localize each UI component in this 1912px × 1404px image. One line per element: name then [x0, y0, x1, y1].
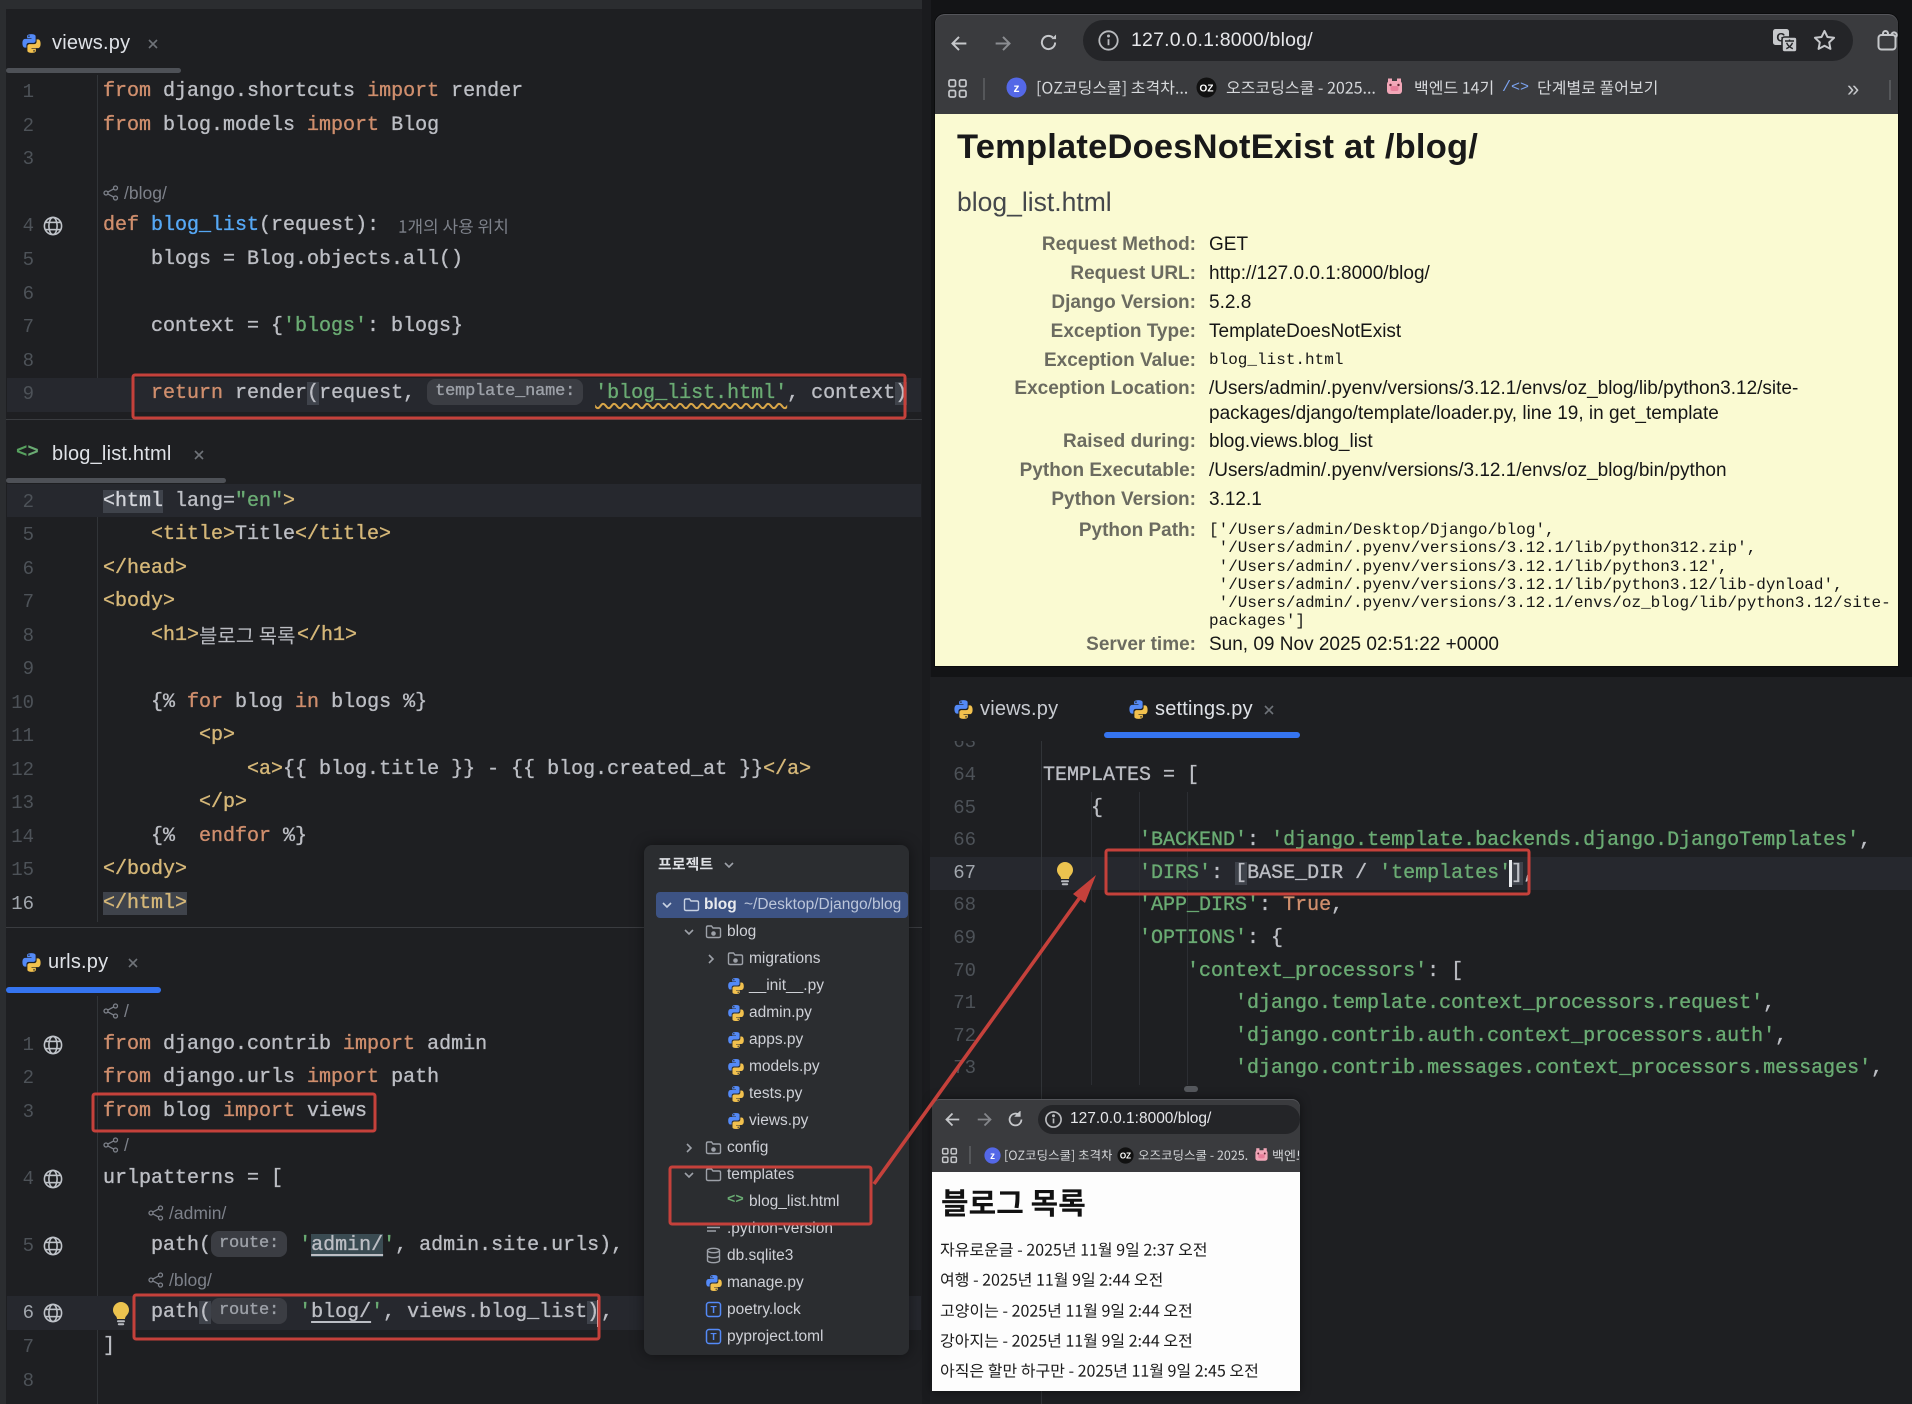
svg-text:z: z — [990, 1151, 995, 1162]
svg-text:z: z — [1014, 81, 1020, 95]
svg-text:T: T — [710, 1332, 716, 1343]
svg-text:OZ: OZ — [1200, 84, 1214, 95]
svg-text:OZ: OZ — [1120, 1152, 1131, 1161]
svg-text:T: T — [710, 1305, 716, 1316]
